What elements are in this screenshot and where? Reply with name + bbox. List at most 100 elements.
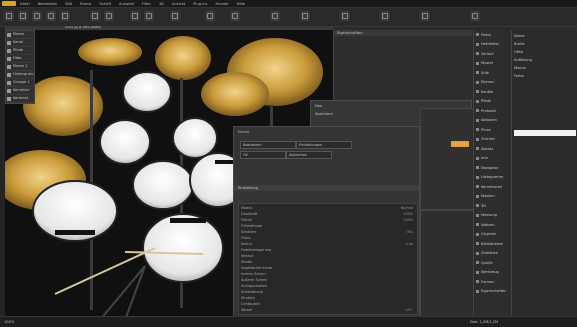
list-item[interactable]: Modus [241, 206, 252, 210]
dock-item[interactable]: Masken [474, 192, 512, 202]
menu-item[interactable]: Ansicht [172, 2, 185, 6]
layer-thumbnail-icon [7, 80, 11, 85]
dock-item[interactable]: Muster [474, 59, 512, 69]
dock-item[interactable]: Protokoll [474, 106, 512, 116]
settings-button[interactable] [205, 11, 215, 21]
layer-row[interactable]: Pfade [6, 47, 34, 55]
menu-item[interactable]: Schrift [99, 2, 111, 6]
dock-item[interactable]: Navigator [474, 163, 512, 173]
panel-icon [476, 137, 479, 141]
dock-item[interactable]: Bibliotheken [474, 239, 512, 249]
search-button[interactable] [270, 11, 280, 21]
dock-item[interactable]: 3D [474, 201, 512, 211]
ok-button[interactable]: OK [240, 151, 286, 159]
dock-item-label: Messung [481, 213, 497, 218]
layer-row[interactable]: Hintergrund [6, 71, 34, 79]
list-item[interactable]: Farbüberlagerung [241, 248, 271, 252]
list-item[interactable]: Struktur [241, 296, 255, 300]
layer-row[interactable]: Ebene 1 [6, 63, 34, 71]
dock-item[interactable]: Farbfelder [474, 40, 512, 50]
menu-item[interactable]: Bild [65, 2, 72, 6]
accent-swatch[interactable] [451, 141, 469, 147]
redo-button[interactable] [60, 11, 70, 21]
document-properties-panel: Name Breite Höhe Auflösung Modus Farbe [511, 30, 577, 316]
color-field[interactable] [514, 130, 576, 136]
layer-row[interactable]: Gruppe 1 [6, 79, 34, 87]
dock-item[interactable]: Notizen [474, 220, 512, 230]
dock-item[interactable]: Werkzeug [474, 268, 512, 278]
list-item[interactable]: Lichtquelle [241, 302, 260, 306]
list-item[interactable]: Schlagschatten [241, 284, 267, 288]
dialog-field-2[interactable]: Einstellungen [296, 141, 352, 149]
dock-item[interactable]: Glyphen [474, 230, 512, 240]
list-item[interactable]: Innerer Schein [241, 272, 266, 276]
dock-item[interactable]: Farbe [474, 30, 512, 40]
search-icon [272, 13, 278, 19]
menu-item[interactable]: Fenster [215, 2, 228, 6]
dock-item[interactable]: Pinsel [474, 125, 512, 135]
dock-item[interactable]: Verlauf [474, 49, 512, 59]
dock-item[interactable]: Absatz [474, 144, 512, 154]
list-item[interactable]: Füllmethode [241, 224, 262, 228]
dock-item[interactable]: Zeitleiste [474, 249, 512, 259]
menu-item[interactable]: Bearbeiten [38, 2, 58, 6]
menu-item[interactable]: Datei [20, 2, 30, 6]
list-item[interactable]: Fläche [241, 218, 252, 222]
dock-item[interactable]: Info [474, 154, 512, 164]
list-item[interactable]: Kontur [241, 242, 252, 246]
dock-item[interactable]: Korrekturen [474, 182, 512, 192]
dock-item[interactable]: Messung [474, 211, 512, 221]
transform-button[interactable] [104, 11, 114, 21]
list-item[interactable]: Äußerer Schein [241, 278, 267, 282]
properties-panel-title: Eigenschaften [334, 30, 472, 36]
dock-item[interactable]: Kanäle [474, 87, 512, 97]
list-item[interactable]: Winkel [241, 308, 252, 312]
dock-item[interactable]: Ebenen [474, 78, 512, 88]
list-item[interactable]: Muster [241, 260, 253, 264]
undo-button[interactable] [46, 11, 56, 21]
share-button[interactable] [230, 11, 240, 21]
zoom-level[interactable]: 100% [4, 320, 14, 324]
panel-button[interactable] [420, 11, 430, 21]
list-item[interactable]: Schattierung [241, 290, 263, 294]
layer-row[interactable]: Kontrast [6, 95, 34, 103]
menu-item[interactable]: Plug-ins [193, 2, 207, 6]
arrange-button[interactable] [380, 11, 390, 21]
workspace-button[interactable] [300, 11, 310, 21]
dock-item[interactable]: Pfade [474, 97, 512, 107]
tool-preset-button[interactable] [18, 11, 28, 21]
menu-item[interactable]: Auswahl [119, 2, 134, 6]
dock-item[interactable]: Stile [474, 68, 512, 78]
layer-row[interactable]: Filter [6, 55, 34, 63]
hand-button[interactable] [144, 11, 154, 21]
menu-item[interactable]: Filter [142, 2, 151, 6]
dock-item[interactable]: Quelle [474, 258, 512, 268]
list-item[interactable]: Glanz [241, 236, 251, 240]
list-item[interactable]: Schatten [241, 230, 256, 234]
menu-item[interactable]: Hilfe [237, 2, 245, 6]
home-button[interactable] [4, 11, 14, 21]
view-button[interactable] [340, 11, 350, 21]
dialog-field-1[interactable]: Bearbeiten [240, 141, 296, 149]
mode-button[interactable] [32, 11, 42, 21]
dock-item[interactable]: Zeichen [474, 135, 512, 145]
layer-row[interactable]: Korrektur [6, 87, 34, 95]
small-dialog-line-1[interactable]: Neu [315, 104, 322, 108]
dock-item[interactable]: Formen [474, 277, 512, 287]
dock-item[interactable]: Histogramm [474, 173, 512, 183]
align-button[interactable] [90, 11, 100, 21]
menu-item[interactable]: Ebene [80, 2, 91, 6]
extensions-button[interactable] [470, 11, 480, 21]
list-item[interactable]: Abgeflachte Kante [241, 266, 272, 270]
layer-row[interactable]: Kanal [6, 39, 34, 47]
dock-item[interactable]: Aktionen [474, 116, 512, 126]
cancel-button[interactable]: Abbrechen [286, 151, 332, 159]
small-dialog-line-2[interactable]: Speichern [315, 112, 333, 116]
menu-item[interactable]: 3D [159, 2, 164, 6]
zoom-button[interactable] [130, 11, 140, 21]
dock-item[interactable]: Eigenschaften [474, 287, 512, 297]
list-item[interactable]: Verlauf [241, 254, 253, 258]
list-item[interactable]: Deckkraft [241, 212, 257, 216]
grid-button[interactable] [170, 11, 180, 21]
layer-row[interactable]: Ebene [6, 31, 34, 39]
